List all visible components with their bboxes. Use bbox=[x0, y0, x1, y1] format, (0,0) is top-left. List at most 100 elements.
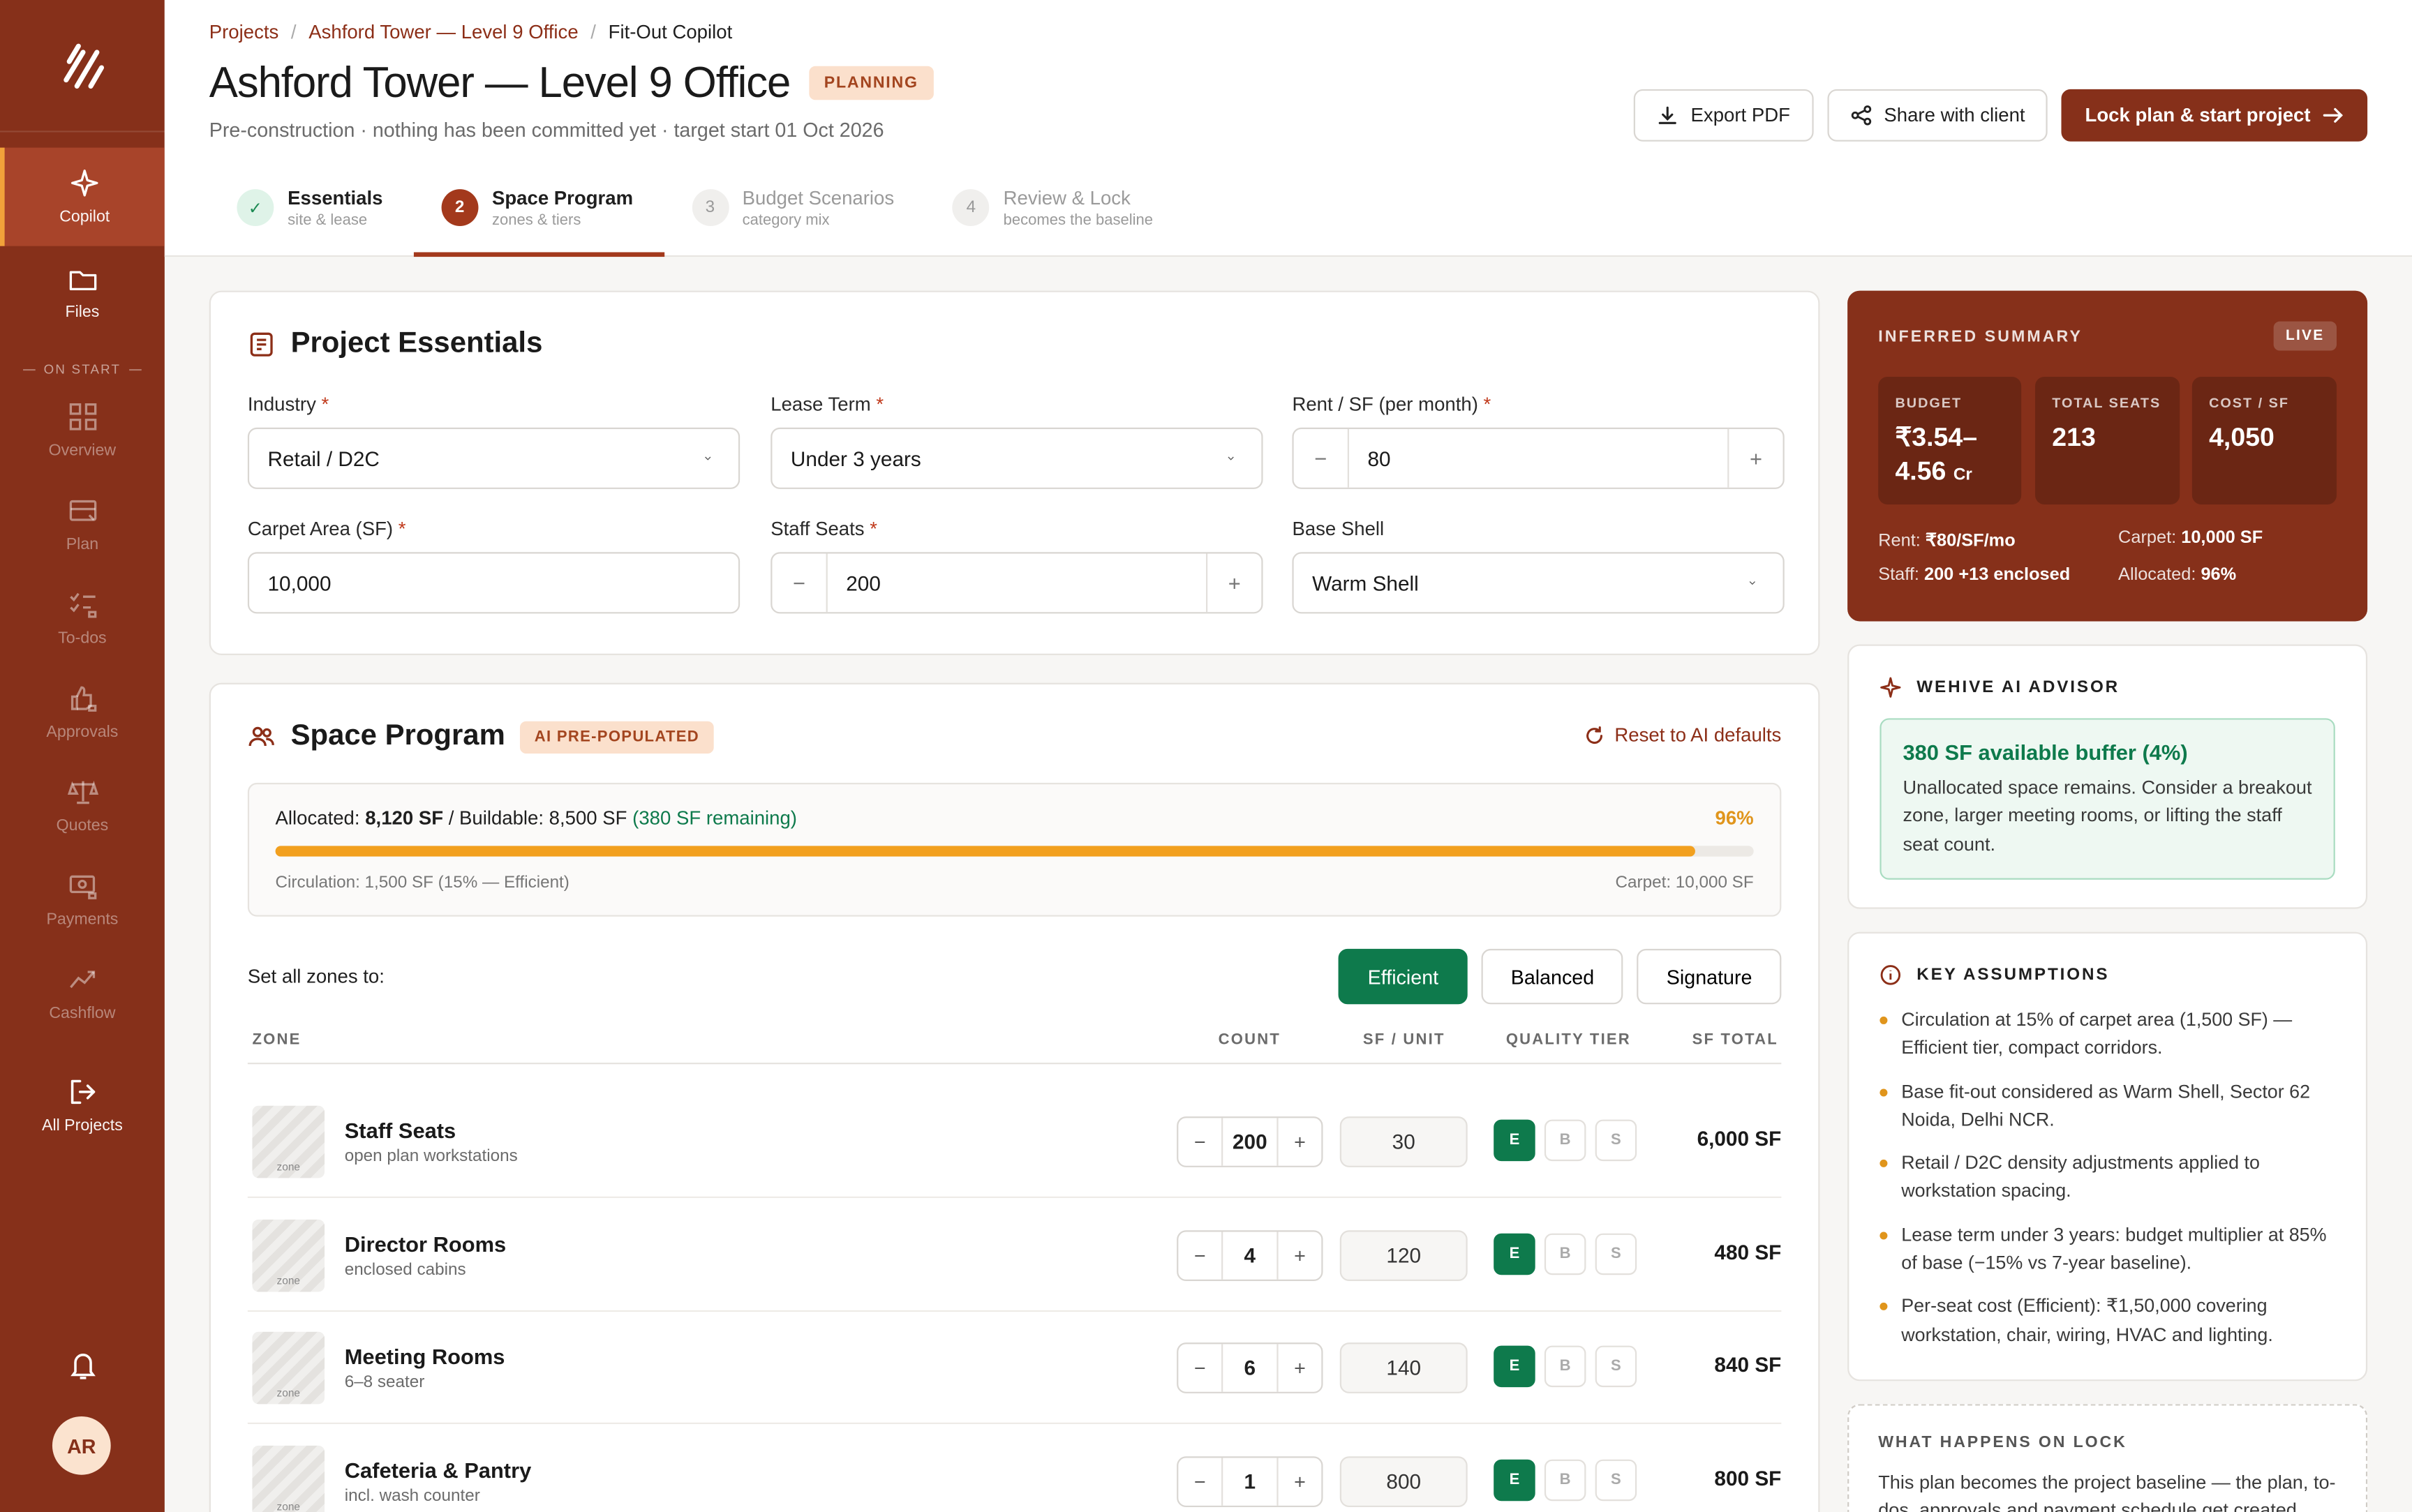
breadcrumb-separator: / bbox=[590, 21, 596, 43]
tier-e-button[interactable]: E bbox=[1494, 1233, 1535, 1275]
advisor-suggestion: 380 SF available buffer (4%) Unallocated… bbox=[1879, 718, 2335, 880]
count-decrement-button[interactable]: − bbox=[1178, 1130, 1221, 1153]
tier-b-button[interactable]: B bbox=[1544, 1345, 1586, 1388]
cash-icon bbox=[68, 874, 96, 899]
advisor-title: WEHIVE AI ADVISOR bbox=[1916, 678, 2120, 697]
lease-term-select[interactable]: Under 3 years bbox=[770, 427, 1263, 489]
count-input[interactable]: 4 bbox=[1221, 1232, 1279, 1280]
tier-b-button[interactable]: B bbox=[1544, 1119, 1586, 1162]
sidebar-item-copilot[interactable]: Copilot bbox=[0, 147, 165, 246]
column-sf-unit: SF / UNIT bbox=[1362, 1031, 1445, 1049]
rent-decrement-button[interactable]: − bbox=[1294, 428, 1349, 488]
tier-e-button[interactable]: E bbox=[1494, 1345, 1535, 1388]
sf-unit-input[interactable]: 140 bbox=[1339, 1342, 1468, 1393]
required-mark: * bbox=[398, 518, 406, 540]
step-number: 4 bbox=[952, 189, 990, 227]
sidebar-item-approvals[interactable]: Approvals bbox=[0, 664, 165, 758]
seats-decrement-button[interactable]: − bbox=[772, 553, 828, 613]
carpet-area-input[interactable]: 10,000 bbox=[247, 552, 740, 614]
sidebar-item-plan[interactable]: Plan bbox=[0, 477, 165, 570]
tier-balanced-button[interactable]: Balanced bbox=[1481, 948, 1624, 1005]
tier-s-button[interactable]: S bbox=[1595, 1459, 1637, 1502]
step-space-program[interactable]: 2 Space Program zones & tiers bbox=[413, 166, 664, 257]
tier-s-button[interactable]: S bbox=[1595, 1233, 1637, 1275]
step-label: Space Program bbox=[491, 187, 634, 209]
count-increment-button[interactable]: + bbox=[1279, 1356, 1322, 1379]
step-essentials[interactable]: ✓ Essentials site & lease bbox=[209, 166, 414, 257]
sf-unit-input[interactable]: 120 bbox=[1339, 1230, 1468, 1282]
sidebar-item-todos[interactable]: To-dos bbox=[0, 571, 165, 664]
lock-plan-button[interactable]: Lock plan & start project bbox=[2062, 89, 2368, 142]
seats-increment-button[interactable]: + bbox=[1206, 553, 1261, 613]
tier-b-button[interactable]: B bbox=[1544, 1459, 1586, 1502]
avatar[interactable]: AR bbox=[52, 1416, 111, 1475]
sidebar-item-label: Payments bbox=[46, 909, 119, 929]
breadcrumb-projects[interactable]: Projects bbox=[209, 22, 279, 43]
industry-select[interactable]: Retail / D2C bbox=[247, 427, 740, 489]
step-budget-scenarios[interactable]: 3 Budget Scenarios category mix bbox=[664, 166, 925, 257]
shell-label: Base Shell bbox=[1292, 518, 1385, 540]
notifications-button[interactable] bbox=[0, 1350, 165, 1381]
tier-signature-button[interactable]: Signature bbox=[1637, 948, 1782, 1005]
step-label: Essentials bbox=[288, 187, 383, 209]
sidebar-item-all-projects[interactable]: All Projects bbox=[0, 1058, 165, 1151]
summary-staff: Staff: 200 +13 enclosed bbox=[1878, 566, 2071, 585]
tier-e-button[interactable]: E bbox=[1494, 1459, 1535, 1502]
table-row: zone Meeting Rooms 6–8 seater −6 +140 E B S 840 … bbox=[247, 1312, 1781, 1424]
rent-increment-button[interactable]: + bbox=[1727, 428, 1782, 488]
count-input[interactable]: 200 bbox=[1221, 1118, 1279, 1166]
stat-label: BUDGET bbox=[1895, 395, 1963, 411]
rent-input[interactable]: 80 bbox=[1349, 447, 1727, 470]
tier-s-button[interactable]: S bbox=[1595, 1345, 1637, 1388]
count-increment-button[interactable]: + bbox=[1279, 1244, 1322, 1267]
rent-stepper: − 80 + bbox=[1292, 427, 1785, 489]
seats-input[interactable]: 200 bbox=[828, 571, 1206, 594]
chevron-down-icon bbox=[1749, 581, 1755, 585]
trend-icon bbox=[69, 970, 95, 987]
share-with-client-button[interactable]: Share with client bbox=[1826, 89, 2048, 142]
breadcrumb-project[interactable]: Ashford Tower — Level 9 Office bbox=[308, 22, 578, 43]
step-sub: zones & tiers bbox=[491, 212, 581, 230]
step-sub: becomes the baseline bbox=[1003, 212, 1154, 230]
count-increment-button[interactable]: + bbox=[1279, 1130, 1322, 1153]
sidebar-item-overview[interactable]: Overview bbox=[0, 383, 165, 477]
export-pdf-button[interactable]: Export PDF bbox=[1633, 89, 1814, 142]
base-shell-select[interactable]: Warm Shell bbox=[1292, 552, 1785, 614]
tier-s-button[interactable]: S bbox=[1595, 1119, 1637, 1162]
count-decrement-button[interactable]: − bbox=[1178, 1244, 1221, 1267]
allocation-percent: 96% bbox=[1715, 807, 1754, 830]
reset-ai-defaults-button[interactable]: Reset to AI defaults bbox=[1584, 724, 1781, 746]
count-decrement-button[interactable]: − bbox=[1178, 1356, 1221, 1379]
sidebar-item-quotes[interactable]: Quotes bbox=[0, 758, 165, 852]
sidebar-item-payments[interactable]: Payments bbox=[0, 852, 165, 945]
sf-unit-input[interactable]: 30 bbox=[1339, 1116, 1468, 1167]
zone-description: open plan workstations bbox=[344, 1147, 518, 1166]
sidebar-item-cashflow[interactable]: Cashflow bbox=[0, 946, 165, 1040]
stat-label: COST / SF bbox=[2209, 395, 2289, 411]
space-program-title: Space Program bbox=[290, 719, 505, 752]
count-input[interactable]: 6 bbox=[1221, 1344, 1279, 1392]
reset-label: Reset to AI defaults bbox=[1614, 724, 1782, 746]
allocated-value: 8,120 SF bbox=[365, 807, 444, 830]
tier-b-button[interactable]: B bbox=[1544, 1233, 1586, 1275]
tier-e-button[interactable]: E bbox=[1494, 1119, 1535, 1162]
table-row: zone Cafeteria & Pantry incl. wash counter… bbox=[248, 1425, 1781, 1512]
zone-description: 6–8 seater bbox=[344, 1373, 425, 1392]
sidebar-item-label: Cashflow bbox=[49, 1003, 116, 1022]
count-input[interactable]: 1 bbox=[1221, 1458, 1279, 1506]
export-pdf-label: Export PDF bbox=[1690, 104, 1790, 126]
industry-value: Retail / D2C bbox=[267, 447, 380, 470]
list-item: Base fit-out considered as Warm Shell, S… bbox=[1879, 1077, 2335, 1134]
step-sub: category mix bbox=[742, 212, 830, 230]
tier-efficient-button[interactable]: Efficient bbox=[1338, 948, 1468, 1005]
count-increment-button[interactable]: + bbox=[1279, 1470, 1322, 1493]
column-count: COUNT bbox=[1218, 1031, 1281, 1049]
zone-thumbnail: zone bbox=[252, 1219, 325, 1292]
step-review-lock[interactable]: 4 Review & Lock becomes the baseline bbox=[925, 166, 1184, 257]
sidebar-item-files[interactable]: Files bbox=[0, 246, 165, 340]
brand-logo[interactable] bbox=[0, 0, 165, 133]
count-decrement-button[interactable]: − bbox=[1178, 1470, 1221, 1493]
sf-unit-input[interactable]: 800 bbox=[1339, 1456, 1468, 1508]
count-stepper: −1 + bbox=[1177, 1456, 1323, 1508]
live-badge: LIVE bbox=[2273, 321, 2337, 351]
